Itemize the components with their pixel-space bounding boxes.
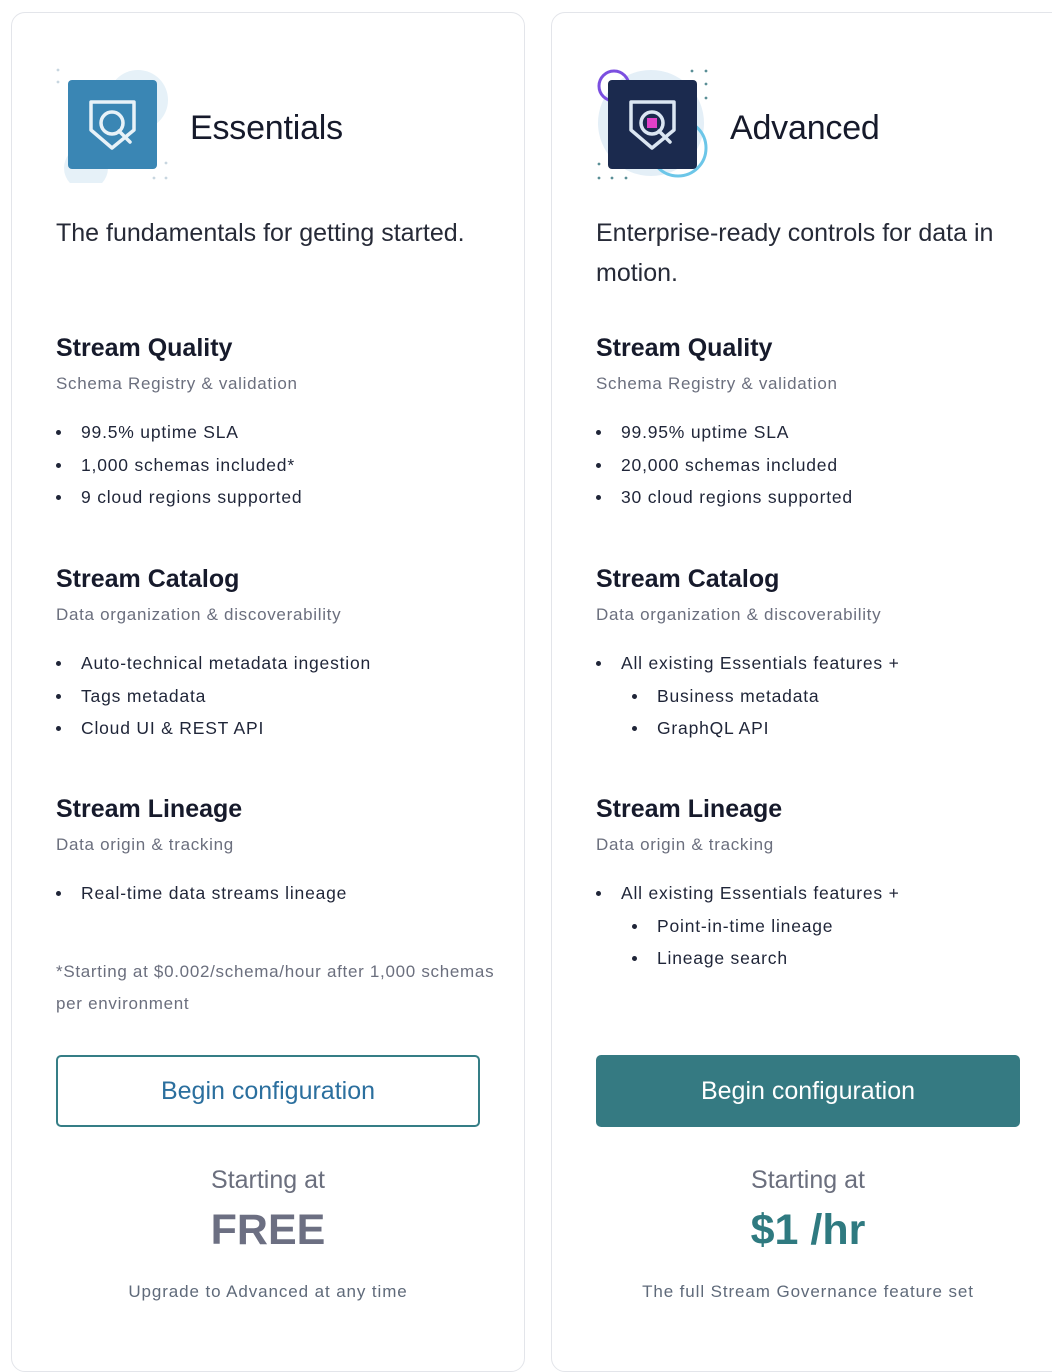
section-title: Stream Quality <box>596 334 773 362</box>
price-value: $1 /hr <box>750 1206 866 1254</box>
list-item: 99.95% uptime SLA <box>596 422 1036 442</box>
feature-list: 99.95% uptime SLA 20,000 schemas include… <box>596 422 1036 507</box>
section-subtitle: Data organization & discoverability <box>596 605 882 624</box>
section-title: Stream Catalog <box>596 565 780 593</box>
section-subtitle: Data origin & tracking <box>596 835 774 854</box>
essentials-plan-card: Essentials The fundamentals for getting … <box>11 12 525 1372</box>
list-item: GraphQL API <box>596 718 1036 738</box>
stream-catalog-section: Stream Catalog Data organization & disco… <box>596 564 1036 751</box>
section-title: Stream Lineage <box>596 795 783 823</box>
section-title: Stream Quality <box>56 334 233 362</box>
list-item: Tags metadata <box>56 686 496 706</box>
plan-title: Advanced <box>730 109 880 147</box>
list-item: 9 cloud regions supported <box>56 487 496 507</box>
section-subtitle: Schema Registry & validation <box>56 374 298 393</box>
list-item: Cloud UI & REST API <box>56 718 496 738</box>
section-subtitle: Data organization & discoverability <box>56 605 342 624</box>
feature-list: Auto-technical metadata ingestion Tags m… <box>56 653 496 738</box>
starting-at-label: Starting at <box>211 1166 325 1194</box>
stream-quality-section: Stream Quality Schema Registry & validat… <box>596 333 1036 520</box>
price-block: Starting at FREE Upgrade to Advanced at … <box>56 1163 480 1302</box>
feature-list: All existing Essentials features + Busin… <box>596 653 1036 738</box>
shield-search-icon <box>597 69 708 180</box>
list-item: Real-time data streams lineage <box>56 883 496 903</box>
section-title: Stream Lineage <box>56 795 243 823</box>
list-item: Business metadata <box>596 686 1036 706</box>
list-item: All existing Essentials features + <box>596 653 1036 673</box>
list-item: 1,000 schemas included* <box>56 455 496 475</box>
plan-description: Enterprise-ready controls for data in mo… <box>596 219 994 287</box>
starting-at-label: Starting at <box>751 1166 865 1194</box>
list-item: 20,000 schemas included <box>596 455 1036 475</box>
feature-list: 99.5% uptime SLA 1,000 schemas included*… <box>56 422 496 507</box>
price-note: Upgrade to Advanced at any time <box>128 1282 408 1301</box>
stream-catalog-section: Stream Catalog Data organization & disco… <box>56 564 496 751</box>
list-item: Auto-technical metadata ingestion <box>56 653 496 673</box>
begin-configuration-button[interactable]: Begin configuration <box>56 1055 480 1127</box>
begin-configuration-button[interactable]: Begin configuration <box>596 1055 1020 1127</box>
section-subtitle: Schema Registry & validation <box>596 374 838 393</box>
list-item: Point-in-time lineage <box>596 916 1036 936</box>
essentials-logo <box>56 68 171 183</box>
plan-description: The fundamentals for getting started. <box>56 219 465 247</box>
essentials-header: Essentials <box>56 68 496 188</box>
list-item: 99.5% uptime SLA <box>56 422 496 442</box>
stream-lineage-section: Stream Lineage Data origin & tracking Al… <box>596 794 1036 981</box>
stream-lineage-section: Stream Lineage Data origin & tracking Re… <box>56 794 496 916</box>
list-item: All existing Essentials features + <box>596 883 1036 903</box>
advanced-logo <box>596 68 711 183</box>
feature-list: Real-time data streams lineage <box>56 883 496 903</box>
list-item: 30 cloud regions supported <box>596 487 1036 507</box>
feature-list: All existing Essentials features + Point… <box>596 883 1036 968</box>
price-note: The full Stream Governance feature set <box>642 1282 974 1301</box>
list-item: Lineage search <box>596 948 1036 968</box>
shield-search-icon <box>56 68 168 183</box>
pricing-footnote: *Starting at $0.002/schema/hour after 1,… <box>56 962 495 1013</box>
section-title: Stream Catalog <box>56 565 240 593</box>
plan-title: Essentials <box>190 109 343 147</box>
price-value: FREE <box>210 1206 326 1254</box>
section-subtitle: Data origin & tracking <box>56 835 234 854</box>
advanced-header: Advanced <box>596 68 1036 188</box>
stream-quality-section: Stream Quality Schema Registry & validat… <box>56 333 496 520</box>
price-block: Starting at $1 /hr The full Stream Gover… <box>596 1163 1020 1302</box>
advanced-plan-card: Advanced Enterprise-ready controls for d… <box>551 12 1052 1372</box>
